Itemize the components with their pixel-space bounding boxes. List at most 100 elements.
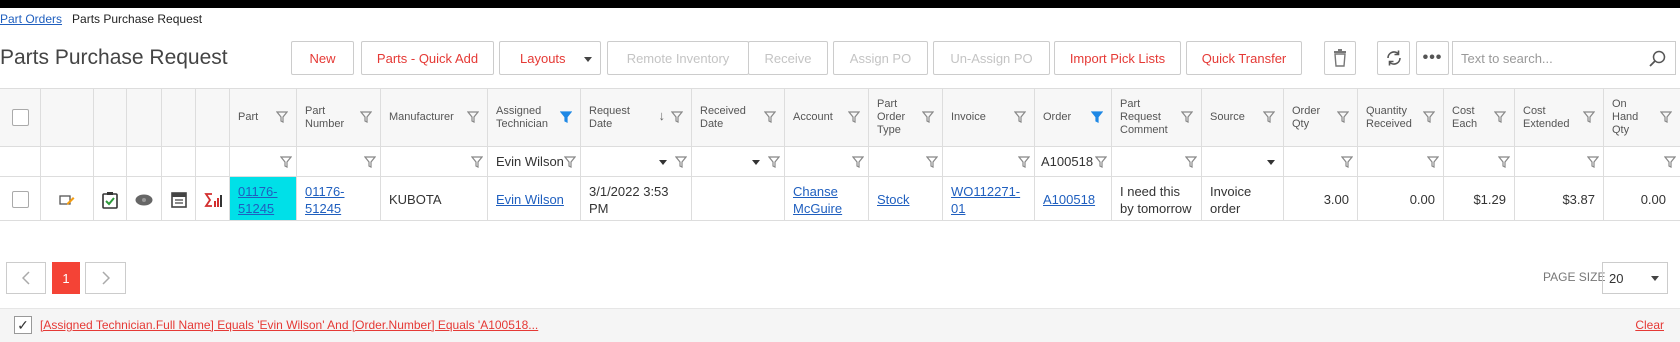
filter-cell-part-order-type[interactable] [869, 147, 943, 176]
column-header-manufacturer[interactable]: Manufacturer [381, 89, 488, 146]
column-header-invoice[interactable]: Invoice [943, 89, 1035, 146]
filter-cell-received-date[interactable] [692, 147, 785, 176]
column-header-cost-each[interactable]: Cost Each [1444, 89, 1515, 146]
column-header-account[interactable]: Account [785, 89, 869, 146]
filter-icon[interactable] [1664, 156, 1676, 168]
account-link[interactable]: Chanse McGuire [793, 183, 860, 217]
filter-icon[interactable] [1014, 111, 1026, 123]
filter-icon[interactable] [1660, 111, 1672, 123]
table-row[interactable]: 01176-51245 01176-51245 KUBOTA Evin Wils… [0, 177, 1680, 220]
filter-icon[interactable] [1337, 111, 1349, 123]
chevron-down-icon[interactable] [659, 160, 667, 165]
remote-inventory-button[interactable]: Remote Inventory [607, 41, 749, 75]
technician-link[interactable]: Evin Wilson [496, 191, 564, 208]
filter-icon[interactable] [848, 111, 860, 123]
filter-icon[interactable] [1181, 111, 1193, 123]
filter-cell-invoice[interactable] [943, 147, 1035, 176]
filter-icon[interactable] [1494, 111, 1506, 123]
column-header-part[interactable]: Part [230, 89, 297, 146]
filter-active-icon[interactable] [560, 111, 572, 123]
more-options-button[interactable]: ••• [1416, 41, 1449, 75]
filter-icon[interactable] [1263, 111, 1275, 123]
filter-icon[interactable] [471, 156, 483, 168]
form-icon[interactable] [170, 191, 187, 208]
chevron-down-icon[interactable] [752, 160, 760, 165]
quick-transfer-button[interactable]: Quick Transfer [1186, 41, 1302, 75]
filter-icon[interactable] [1185, 156, 1197, 168]
clear-filter-link[interactable]: Clear [1635, 318, 1664, 332]
filter-icon[interactable] [1423, 111, 1435, 123]
refresh-button[interactable] [1377, 41, 1410, 75]
column-header-part-request-comment[interactable]: Part Request Comment [1112, 89, 1202, 146]
filter-icon[interactable] [564, 156, 576, 168]
filter-cell-account[interactable] [785, 147, 869, 176]
column-header-source[interactable]: Source [1202, 89, 1284, 146]
filter-icon[interactable] [1583, 111, 1595, 123]
filter-enabled-checkbox[interactable]: ✓ [14, 316, 32, 334]
clipboard-check-icon[interactable] [102, 191, 118, 209]
filter-cell-part-request-comment[interactable] [1112, 147, 1202, 176]
filter-icon[interactable] [1018, 156, 1030, 168]
filter-icon[interactable] [1587, 156, 1599, 168]
filter-icon[interactable] [922, 111, 934, 123]
filter-icon[interactable] [768, 156, 780, 168]
breadcrumb-part-orders[interactable]: Part Orders [0, 12, 62, 26]
chevron-down-icon[interactable] [1267, 160, 1275, 165]
filter-icon[interactable] [675, 156, 687, 168]
part-number-link[interactable]: 01176-51245 [305, 183, 372, 217]
filter-cell-part[interactable] [230, 147, 297, 176]
import-pick-lists-button[interactable]: Import Pick Lists [1054, 41, 1181, 75]
filter-icon[interactable] [926, 156, 938, 168]
filter-icon[interactable] [467, 111, 479, 123]
filter-icon[interactable] [1498, 156, 1510, 168]
sum-chart-icon[interactable] [203, 192, 222, 208]
filter-icon[interactable] [364, 156, 376, 168]
filter-cell-request-date[interactable] [581, 147, 692, 176]
filter-cell-cost-extended[interactable] [1515, 147, 1604, 176]
new-button[interactable]: New [291, 41, 354, 75]
filter-active-icon[interactable] [1091, 111, 1103, 123]
prev-page-button[interactable] [6, 262, 46, 294]
page-size-select[interactable]: 20 [1602, 262, 1668, 294]
filter-icon[interactable] [280, 156, 292, 168]
filter-cell-on-hand-qty[interactable] [1604, 147, 1680, 176]
column-header-quantity-received[interactable]: Quantity Received [1358, 89, 1444, 146]
column-header-order[interactable]: Order [1035, 89, 1112, 146]
sort-descending-icon[interactable]: ↓ [659, 109, 666, 122]
column-header-assigned-technician[interactable]: Assigned Technician [488, 89, 581, 146]
invoice-link[interactable]: WO112271-01 [951, 183, 1026, 217]
filter-icon[interactable] [1095, 156, 1107, 168]
filter-icon[interactable] [1427, 156, 1439, 168]
filter-cell-quantity-received[interactable] [1358, 147, 1444, 176]
receive-button[interactable]: Receive [748, 41, 828, 75]
column-header-received-date[interactable]: Received Date [692, 89, 785, 146]
next-page-button[interactable] [85, 262, 126, 294]
filter-cell-assigned-technician[interactable]: Evin Wilson [488, 147, 581, 176]
unassign-po-button[interactable]: Un-Assign PO [933, 41, 1050, 75]
column-header-on-hand-qty[interactable]: On Hand Qty [1604, 89, 1680, 146]
eye-icon[interactable] [135, 194, 153, 206]
filter-cell-order-qty[interactable] [1284, 147, 1358, 176]
filter-cell-source[interactable] [1202, 147, 1284, 176]
filter-cell-cost-each[interactable] [1444, 147, 1515, 176]
column-header-request-date[interactable]: Request Date ↓ [581, 89, 692, 146]
filter-expression-link[interactable]: [Assigned Technician.Full Name] Equals '… [40, 318, 538, 332]
search-input[interactable]: Text to search... [1452, 41, 1676, 75]
row-checkbox[interactable] [11, 191, 29, 208]
delete-button[interactable] [1324, 41, 1356, 75]
filter-icon[interactable] [276, 111, 288, 123]
edit-icon[interactable] [59, 192, 75, 208]
filter-cell-order[interactable]: A100518 [1035, 147, 1112, 176]
assign-po-button[interactable]: Assign PO [833, 41, 928, 75]
column-header-order-qty[interactable]: Order Qty [1284, 89, 1358, 146]
part-order-type-link[interactable]: Stock [877, 191, 910, 208]
parts-quick-add-button[interactable]: Parts - Quick Add [361, 41, 494, 75]
layouts-dropdown[interactable]: Layouts [499, 41, 601, 75]
column-header-cost-extended[interactable]: Cost Extended [1515, 89, 1604, 146]
filter-cell-part-number[interactable] [297, 147, 381, 176]
filter-icon[interactable] [360, 111, 372, 123]
order-link[interactable]: A100518 [1043, 191, 1095, 208]
select-all-checkbox[interactable] [11, 109, 29, 126]
column-header-part-order-type[interactable]: Part Order Type [869, 89, 943, 146]
filter-icon[interactable] [1341, 156, 1353, 168]
